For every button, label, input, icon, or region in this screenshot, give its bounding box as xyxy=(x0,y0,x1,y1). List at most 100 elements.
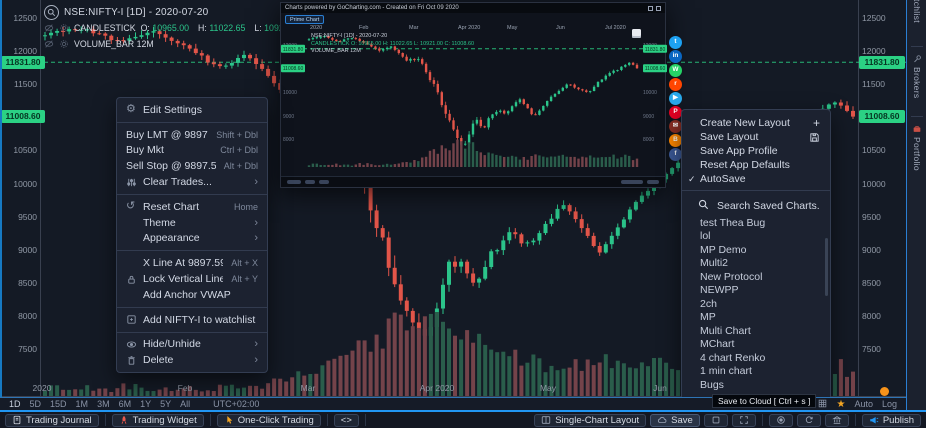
trash-icon xyxy=(126,355,143,366)
saved-chart-item[interactable]: Bugs xyxy=(682,378,830,392)
save-button[interactable]: Save xyxy=(650,414,700,427)
close-icon[interactable] xyxy=(656,6,661,11)
refresh-button[interactable] xyxy=(797,414,821,427)
menu-divider xyxy=(682,190,830,191)
status-bar: Trading Journal Trading Widget One-Click T… xyxy=(0,410,926,428)
context-menu-item-sell-stop-9897-59[interactable]: Sell Stop @ 9897.59Alt + Dbl xyxy=(117,158,267,174)
tf-item-6m[interactable]: 6M xyxy=(119,399,132,409)
menu-divider xyxy=(117,307,267,308)
tf-item-3m[interactable]: 3M xyxy=(97,399,110,409)
context-menu-item-appearance[interactable]: Appearance› xyxy=(117,231,267,247)
share-twitter-icon[interactable]: t xyxy=(669,36,682,49)
menu-divider xyxy=(117,332,267,333)
price-tick-label: 7500 xyxy=(862,345,881,354)
sliders-icon xyxy=(126,177,143,188)
trading-app: 1250012000115001050010000950090008500800… xyxy=(0,0,926,428)
menu-item-label: Add NIFTY-I to watchlist xyxy=(143,314,258,326)
saved-chart-item[interactable]: 4 chart Renko xyxy=(682,351,830,365)
tf-item-15d[interactable]: 15D xyxy=(50,399,67,409)
share-reddit-icon[interactable]: r xyxy=(669,78,682,91)
tf-auto-toggle[interactable]: Auto xyxy=(854,399,873,409)
context-menu-item-buy-mkt[interactable]: Buy MktCtrl + Dbl xyxy=(117,143,267,159)
timezone-label[interactable]: UTC+02:00 xyxy=(213,399,259,409)
sidebar-tab-brokers[interactable]: Brokers xyxy=(907,54,926,98)
toolbar-separator xyxy=(327,414,328,426)
trading-journal-button[interactable]: Trading Journal xyxy=(5,414,99,427)
grid-icon[interactable] xyxy=(818,399,827,410)
saved-chart-item[interactable]: MP Demo xyxy=(682,243,830,257)
context-menu-item-hide-unhide[interactable]: Hide/Unhide› xyxy=(117,337,267,353)
shared-chart-preview[interactable]: Charts powered by GoCharting.com - Creat… xyxy=(280,2,666,188)
sidebar-tab-portfolio[interactable]: Portfolio xyxy=(907,124,926,171)
code-button[interactable]: <> xyxy=(334,414,359,427)
tf-log-toggle[interactable]: Log xyxy=(882,399,897,409)
context-menu-item-x-line-at-9897-59[interactable]: X Line At 9897.59Alt + X xyxy=(117,255,267,271)
context-menu-item-reset-chart[interactable]: ↺Reset ChartHome xyxy=(117,199,267,215)
saved-chart-item[interactable]: New Protocol xyxy=(682,270,830,284)
saved-chart-item[interactable]: Multi Chart xyxy=(682,324,830,338)
price-tick-label: 10500 xyxy=(0,146,37,155)
share-telegram-icon[interactable]: ▶ xyxy=(669,92,682,105)
single-chart-layout-button[interactable]: Single-Chart Layout xyxy=(534,414,646,427)
saved-chart-item[interactable]: 1 min chart xyxy=(682,365,830,379)
scrollbar-thumb[interactable] xyxy=(825,238,828,296)
footer-pill[interactable] xyxy=(319,180,329,184)
status-indicator-dot xyxy=(880,387,889,396)
context-menu-item-add-anchor-vwap[interactable]: Add Anchor VWAP xyxy=(117,287,267,303)
tf-item-5d[interactable]: 5D xyxy=(30,399,42,409)
camera-button[interactable] xyxy=(769,414,793,427)
layout-menu-item-create-new-layout[interactable]: Create New Layout+ xyxy=(682,116,830,130)
gear-icon[interactable] xyxy=(59,39,69,49)
saved-chart-item[interactable]: MChart xyxy=(682,338,830,352)
share-linkedin-icon[interactable]: in xyxy=(669,50,682,63)
context-menu-item-edit-settings[interactable]: ⚙Edit Settings xyxy=(117,102,267,118)
share-whatsapp-icon[interactable]: W xyxy=(669,64,682,77)
tab-prime-chart[interactable]: Prime Chart xyxy=(285,15,324,24)
tf-item-1y[interactable]: 1Y xyxy=(140,399,151,409)
trading-widget-button[interactable]: Trading Widget xyxy=(112,414,204,427)
layout-menu-item-autosave[interactable]: ✓AutoSave xyxy=(682,172,830,186)
context-menu-item-delete[interactable]: Delete› xyxy=(117,352,267,368)
reset-icon: ↺ xyxy=(126,201,143,212)
bank-button[interactable] xyxy=(825,414,849,427)
sidebar-tab-watchlist[interactable]: Watchlist xyxy=(907,0,926,23)
tf-item-1m[interactable]: 1M xyxy=(76,399,89,409)
star-icon[interactable]: ★ xyxy=(836,399,845,410)
eye-icon[interactable] xyxy=(44,23,54,33)
footer-pill[interactable] xyxy=(287,180,301,184)
gear-icon[interactable] xyxy=(59,23,69,33)
zoom-badge-icon[interactable] xyxy=(44,5,59,20)
context-menu-item-lock-vertical-line[interactable]: Lock Vertical LineAlt + Y xyxy=(117,271,267,287)
price-tick-label: 12000 xyxy=(862,47,886,56)
eye-icon[interactable] xyxy=(44,39,54,49)
saved-chart-item[interactable]: NEWPP xyxy=(682,284,830,298)
context-menu-item-buy-lmt-9897-59[interactable]: Buy LMT @ 9897.59Shift + Dbl xyxy=(117,127,267,143)
context-menu-item-theme[interactable]: Theme› xyxy=(117,215,267,231)
svg-text:2020: 2020 xyxy=(310,25,322,31)
layout-menu-item-save-app-profile[interactable]: Save App Profile xyxy=(682,144,830,158)
tf-item-1d[interactable]: 1D xyxy=(9,399,21,409)
footer-pill[interactable] xyxy=(305,180,315,184)
publish-button[interactable]: Publish xyxy=(862,414,921,427)
saved-chart-item[interactable]: 2ch xyxy=(682,297,830,311)
saved-chart-item[interactable]: test Thea Bug xyxy=(682,216,830,230)
footer-pill[interactable] xyxy=(621,180,643,184)
saved-chart-item[interactable]: lol xyxy=(682,230,830,244)
layout-menu-item-save-layout[interactable]: Save Layout xyxy=(682,130,830,144)
one-click-trading-button[interactable]: One-Click Trading xyxy=(217,414,321,427)
search-saved-charts[interactable]: Search Saved Charts. xyxy=(682,195,830,216)
square-button[interactable] xyxy=(704,414,728,427)
expand-icon[interactable] xyxy=(648,6,653,11)
series-name: CANDLESTICK xyxy=(74,23,136,33)
context-menu-item-add-nifty-i-to-watchlist[interactable]: Add NIFTY-I to watchlist xyxy=(117,312,267,328)
footer-pill[interactable] xyxy=(647,180,659,184)
button-label: One-Click Trading xyxy=(238,415,314,426)
copy-icon[interactable] xyxy=(632,29,641,38)
tf-item-all[interactable]: All xyxy=(180,399,190,409)
layout-menu-item-reset-app-defaults[interactable]: Reset App Defaults xyxy=(682,158,830,172)
context-menu-item-clear-trades[interactable]: Clear Trades...› xyxy=(117,174,267,190)
saved-chart-item[interactable]: Multi2 xyxy=(682,257,830,271)
saved-chart-item[interactable]: MP xyxy=(682,311,830,325)
expand-button[interactable] xyxy=(732,414,756,427)
tf-item-5y[interactable]: 5Y xyxy=(160,399,171,409)
